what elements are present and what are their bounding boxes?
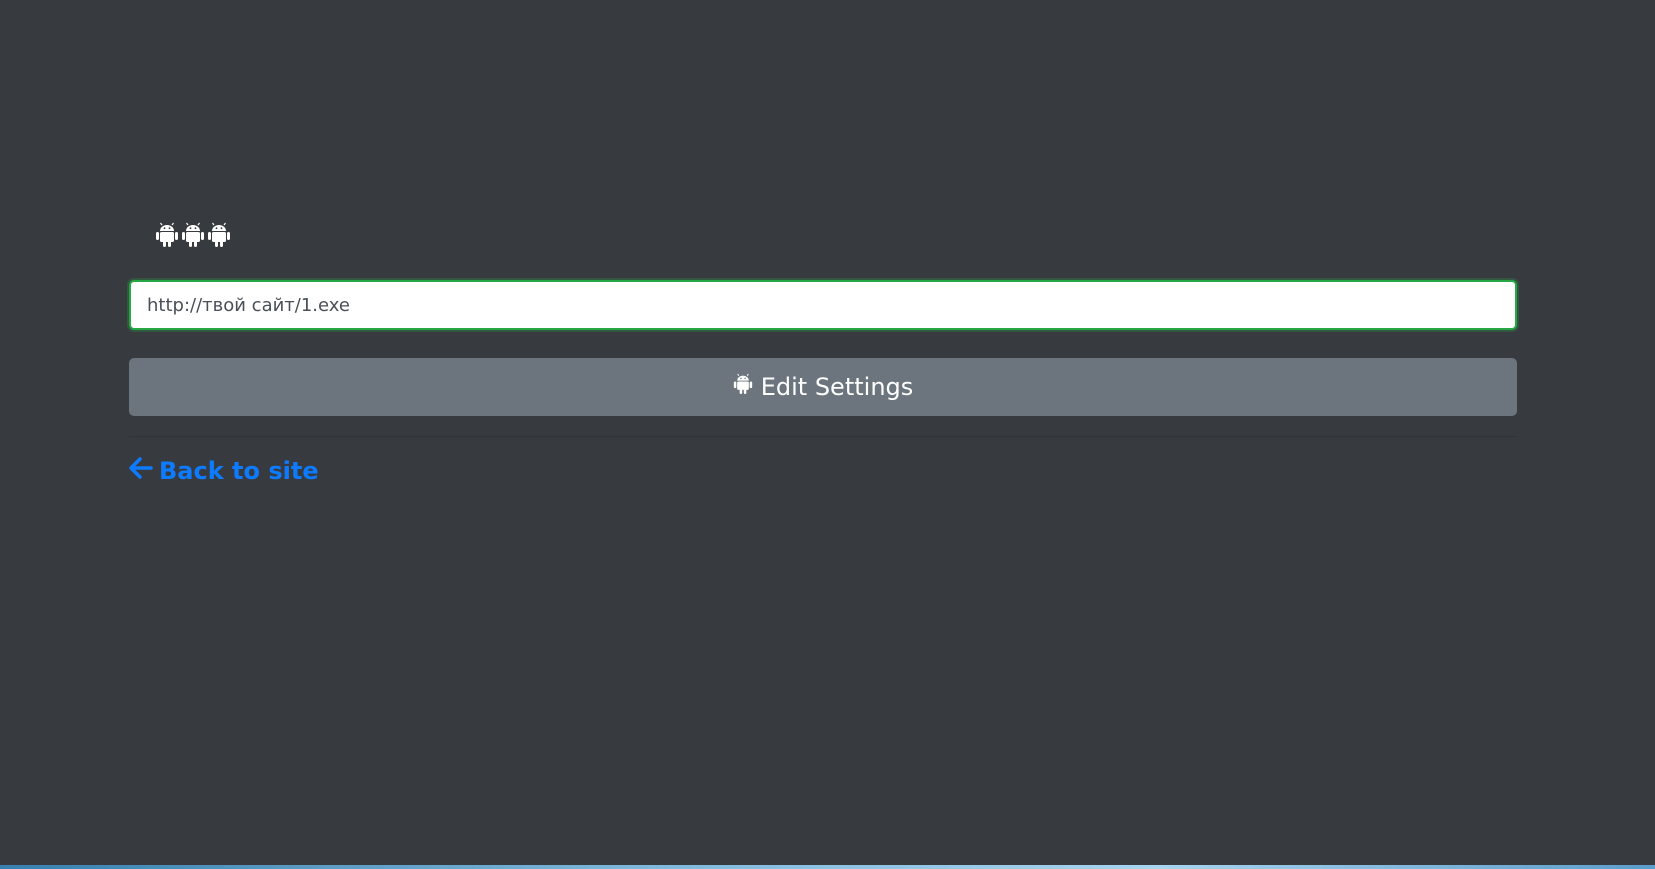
android-icon <box>733 373 753 401</box>
back-to-site-link[interactable]: Back to site <box>129 457 319 485</box>
taskbar-strip <box>0 865 1655 869</box>
android-icon <box>207 222 231 248</box>
arrow-left-icon <box>129 457 153 485</box>
divider <box>129 436 1517 437</box>
edit-settings-label: Edit Settings <box>760 373 914 401</box>
edit-settings-button[interactable]: Edit Settings <box>129 358 1517 416</box>
settings-container: Edit Settings Back to site <box>129 218 1517 485</box>
back-to-site-label: Back to site <box>159 457 319 485</box>
page: Edit Settings Back to site <box>0 0 1655 869</box>
icon-row <box>155 218 1517 252</box>
android-icon <box>181 222 205 248</box>
android-icon <box>155 222 179 248</box>
url-input[interactable] <box>129 280 1517 330</box>
